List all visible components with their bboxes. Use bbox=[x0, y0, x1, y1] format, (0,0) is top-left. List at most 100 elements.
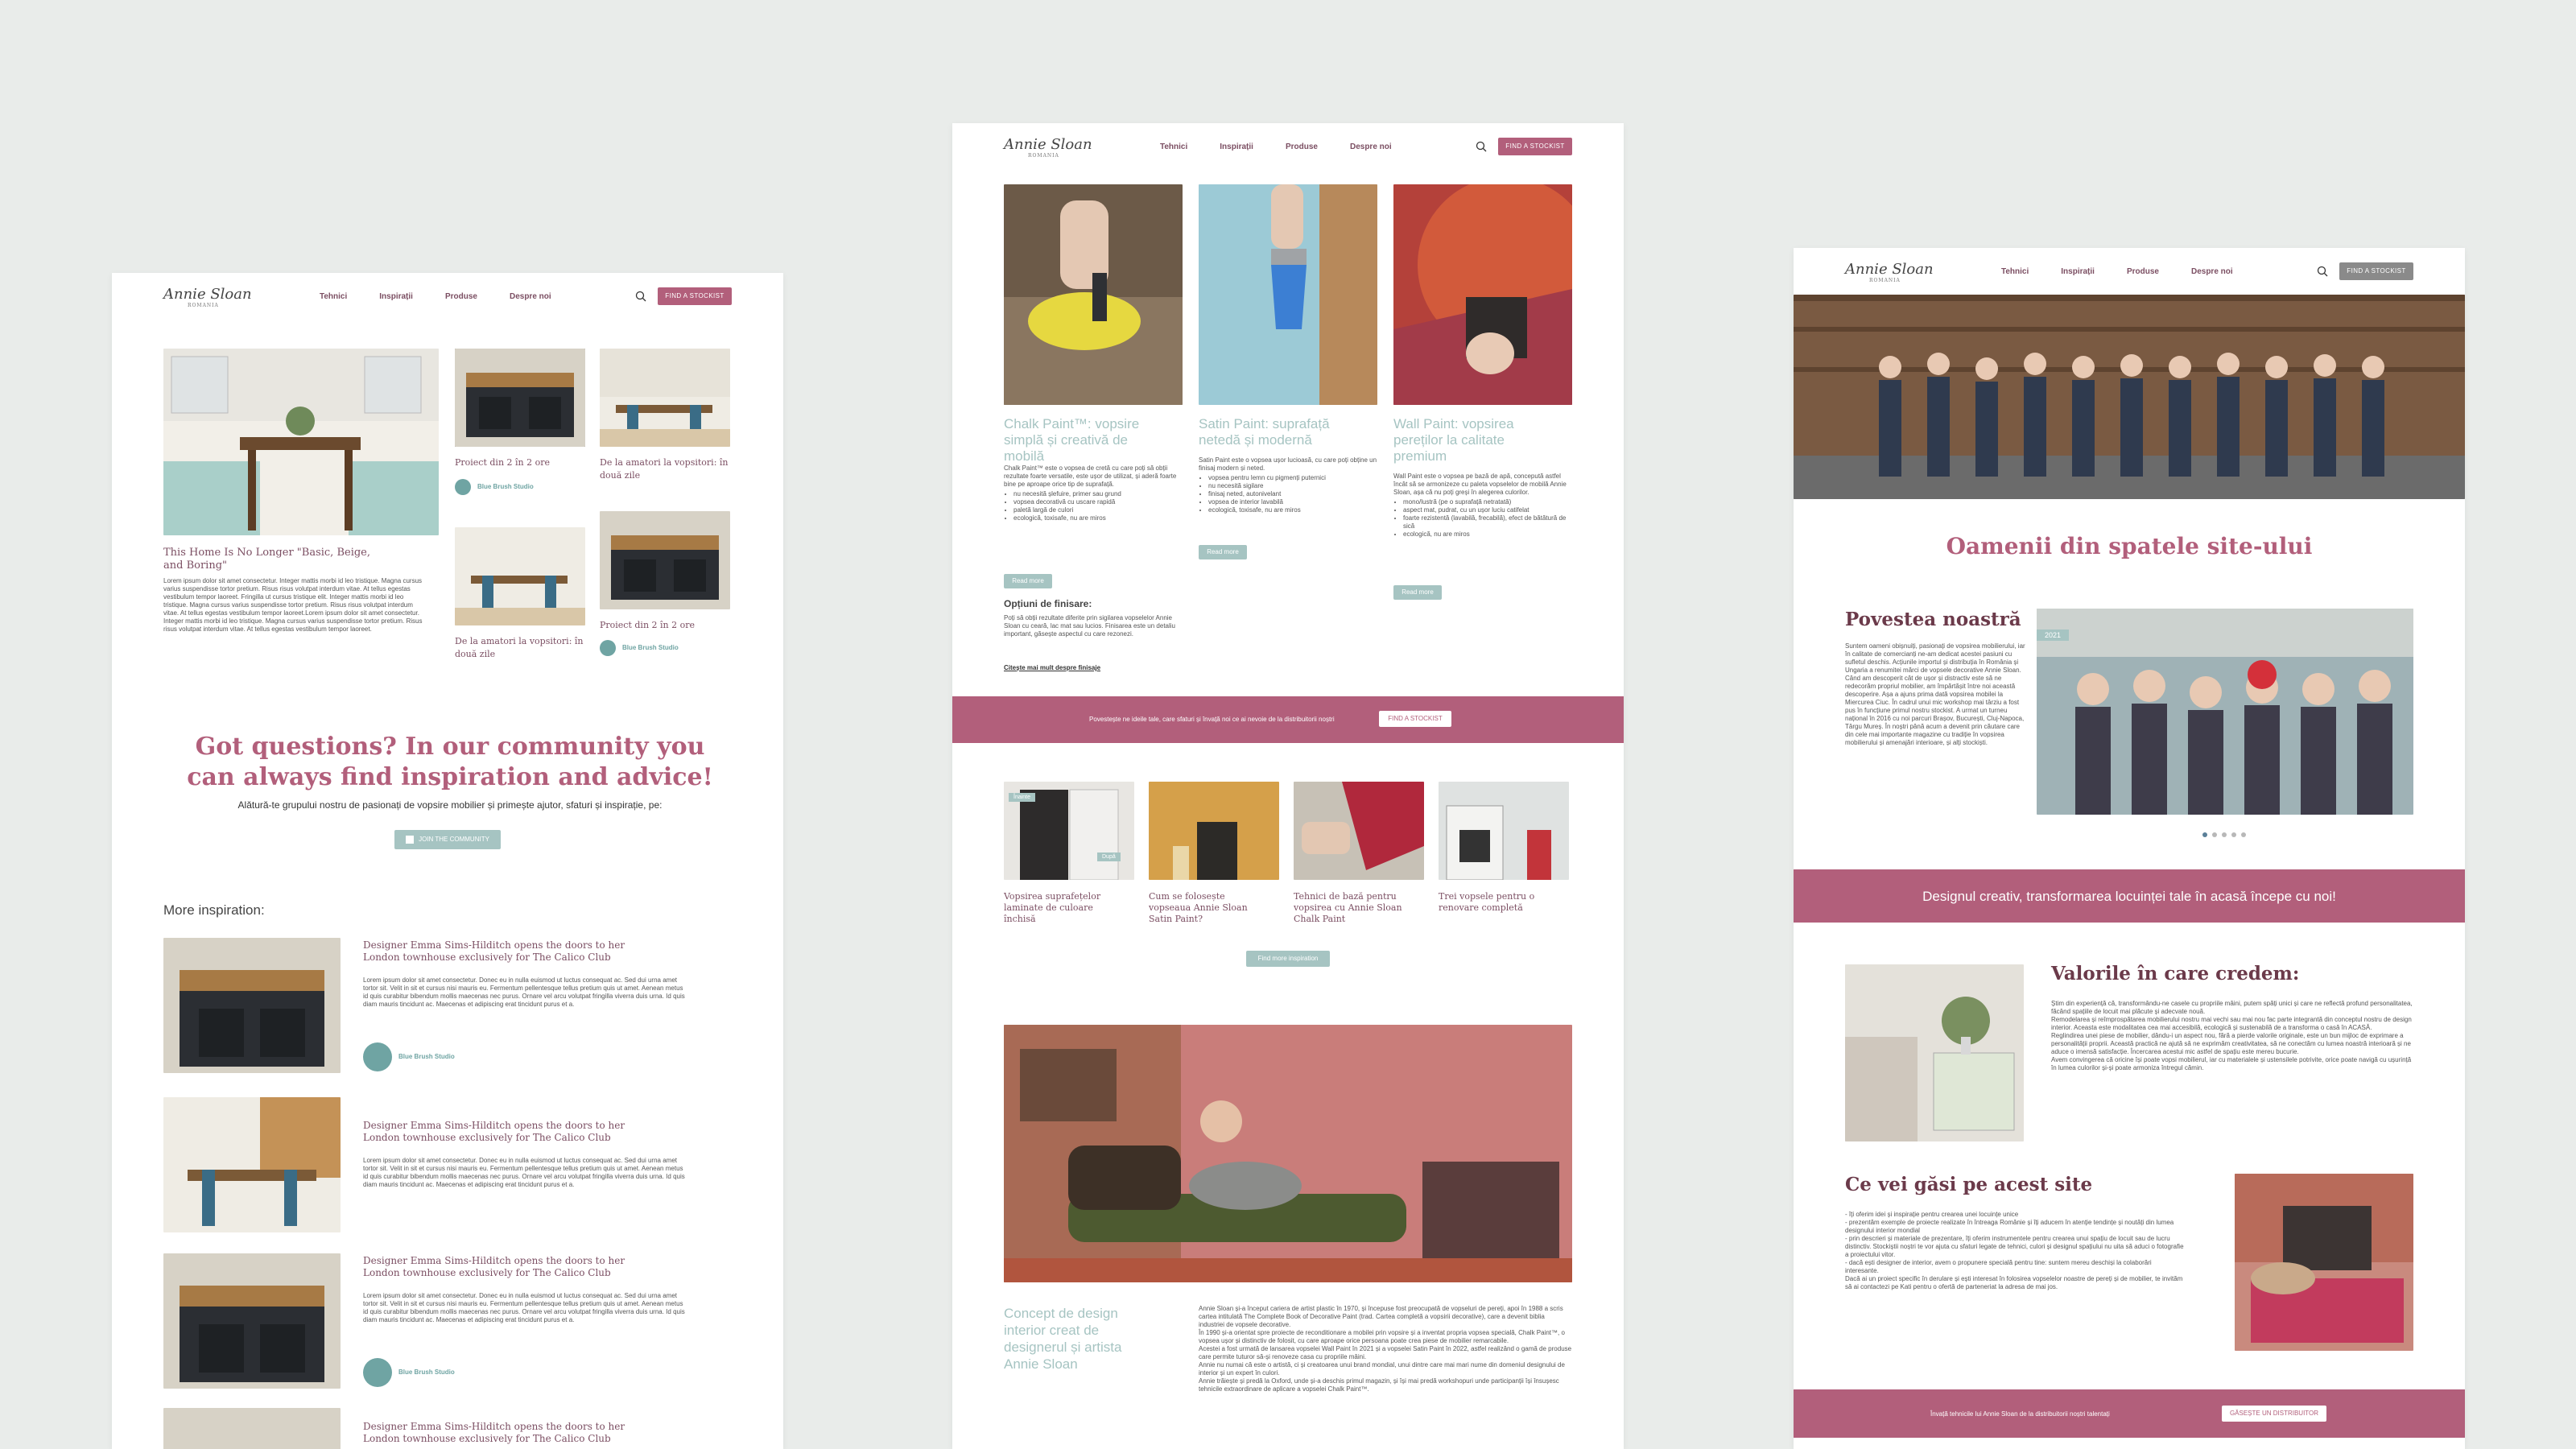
page-about: Annie Sloan ROMANIA Tehnici Inspirații Pr… bbox=[1794, 248, 2465, 1449]
nav-links: Tehnici Inspirații Produse Despre noi bbox=[1160, 142, 1392, 151]
year-tag: 2021 bbox=[2037, 630, 2070, 641]
list-title[interactable]: Designer Emma Sims-Hilditch opens the do… bbox=[363, 1421, 637, 1445]
inspo-image-4[interactable] bbox=[1439, 782, 1569, 880]
card-image-2[interactable] bbox=[600, 349, 730, 447]
navbar: Annie Sloan ROMANIA Tehnici Inspirații Pr… bbox=[952, 123, 1624, 171]
list-item[interactable]: Designer Emma Sims-Hilditch opens the do… bbox=[163, 1253, 727, 1390]
join-community-button[interactable]: JOIN THE COMMUNITY bbox=[394, 830, 501, 849]
nav-link-inspiratii[interactable]: Inspirații bbox=[1220, 142, 1253, 151]
feature-body: Lorem ipsum dolor sit amet consectetur. … bbox=[163, 577, 423, 633]
find-stockist-button[interactable]: FIND A STOCKIST bbox=[658, 287, 732, 305]
find-stockist-button[interactable]: FIND A STOCKIST bbox=[1498, 138, 1572, 155]
nav-link-inspiratii[interactable]: Inspirații bbox=[379, 292, 413, 301]
carousel-dot[interactable] bbox=[2241, 832, 2246, 837]
page-inspiration: Annie Sloan ROMANIA Tehnici Inspirații Pr… bbox=[112, 273, 783, 1449]
card-image-3[interactable] bbox=[455, 527, 585, 625]
list-title[interactable]: Designer Emma Sims-Hilditch opens the do… bbox=[363, 1120, 637, 1144]
after-tag: După bbox=[1097, 852, 1121, 861]
carousel-dot[interactable] bbox=[2222, 832, 2227, 837]
nav-link-despre[interactable]: Despre noi bbox=[1350, 142, 1392, 151]
values-title: Valorile în care credem: bbox=[2051, 963, 2300, 985]
band-stockist-button[interactable]: FIND A STOCKIST bbox=[1379, 711, 1451, 727]
search-icon[interactable] bbox=[1476, 141, 1487, 152]
card-title-4[interactable]: Proiect din 2 în 2 ore bbox=[600, 619, 730, 632]
brand-logo[interactable]: Annie Sloan ROMANIA bbox=[163, 286, 252, 308]
list-author[interactable]: Blue Brush Studio bbox=[363, 1358, 455, 1387]
read-more-chalk-button[interactable]: Read more bbox=[1004, 574, 1052, 588]
read-more-satin-button[interactable]: Read more bbox=[1199, 545, 1247, 559]
product-image-wall[interactable] bbox=[1393, 184, 1572, 405]
search-icon[interactable] bbox=[635, 291, 646, 302]
card-title-2[interactable]: De la amatori la vopsitori: în două zile bbox=[600, 456, 737, 482]
read-more-wall-button[interactable]: Read more bbox=[1393, 585, 1442, 600]
inspo-image-1[interactable]: Înainte După bbox=[1004, 782, 1134, 880]
navbar: Annie Sloan ROMANIA Tehnici Inspirații Pr… bbox=[112, 273, 783, 321]
find-stockist-button[interactable]: FIND A STOCKIST bbox=[2339, 262, 2413, 280]
list-image[interactable] bbox=[163, 1408, 341, 1449]
inspo-image-3[interactable] bbox=[1294, 782, 1424, 880]
inspo-title-4[interactable]: Trei vopsele pentru o renovare completă bbox=[1439, 891, 1559, 914]
product-title-satin[interactable]: Satin Paint: suprafață netedă și modernă bbox=[1199, 416, 1368, 448]
community-title: Got questions? In our community you can … bbox=[187, 733, 713, 791]
community-subtitle: Alătură-te grupului nostru de pasionați … bbox=[237, 799, 663, 811]
list-title[interactable]: Designer Emma Sims-Hilditch opens the do… bbox=[363, 939, 637, 964]
nav-link-tehnici[interactable]: Tehnici bbox=[1160, 142, 1187, 151]
about-title: Oamenii din spatele site-ului bbox=[1946, 533, 2313, 559]
carousel-dot[interactable] bbox=[2231, 832, 2236, 837]
card-author-1[interactable]: Blue Brush Studio bbox=[455, 479, 585, 495]
find-distributor-button[interactable]: GĂSEȘTE UN DISTRIBUITOR bbox=[2222, 1406, 2326, 1422]
list-image[interactable] bbox=[163, 1253, 341, 1389]
footer-band: Învață tehnicile lui Annie Sloan de la d… bbox=[1794, 1389, 2465, 1438]
list-image[interactable] bbox=[163, 938, 341, 1073]
inspo-title-2[interactable]: Cum se folosește vopseaua Annie Sloan Sa… bbox=[1149, 891, 1269, 925]
product-image-chalk[interactable] bbox=[1004, 184, 1183, 405]
card-title-1[interactable]: Proiect din 2 în 2 ore bbox=[455, 456, 585, 469]
feature-image-kitchen[interactable] bbox=[163, 349, 439, 535]
nav-link-tehnici[interactable]: Tehnici bbox=[320, 292, 347, 301]
nav-link-despre[interactable]: Despre noi bbox=[510, 292, 551, 301]
card-image-1[interactable] bbox=[455, 349, 585, 447]
carousel-dot[interactable] bbox=[2202, 832, 2207, 837]
concept-image[interactable] bbox=[1004, 1025, 1572, 1282]
inspo-title-3[interactable]: Tehnici de bază pentru vopsirea cu Annie… bbox=[1294, 891, 1414, 925]
card-author-4[interactable]: Blue Brush Studio bbox=[600, 640, 730, 656]
values-image bbox=[1845, 964, 2024, 1141]
list-item[interactable]: Designer Emma Sims-Hilditch opens the do… bbox=[163, 938, 727, 1075]
nav-link-inspiratii[interactable]: Inspirații bbox=[2061, 267, 2095, 276]
finish-link[interactable]: Citește mai mult despre finisaje bbox=[1004, 664, 1100, 671]
carousel-dots[interactable] bbox=[2202, 832, 2246, 837]
brand-logo[interactable]: Annie Sloan ROMANIA bbox=[1845, 261, 1934, 283]
stockist-band: Povestește ne ideile tale, care sfaturi … bbox=[952, 696, 1624, 743]
tagline-text: Designul creativ, transformarea locuințe… bbox=[1922, 889, 2336, 904]
list-title[interactable]: Designer Emma Sims-Hilditch opens the do… bbox=[363, 1255, 637, 1279]
product-title-wall[interactable]: Wall Paint: vopsirea pereților la calita… bbox=[1393, 416, 1554, 464]
team-hero-image bbox=[1794, 295, 2465, 499]
nav-link-despre[interactable]: Despre noi bbox=[2191, 267, 2233, 276]
nav-link-produse[interactable]: Produse bbox=[2127, 267, 2159, 276]
card-image-4[interactable] bbox=[600, 511, 730, 609]
inspo-image-2[interactable] bbox=[1149, 782, 1279, 880]
nav-link-tehnici[interactable]: Tehnici bbox=[2001, 267, 2029, 276]
search-icon[interactable] bbox=[2317, 266, 2328, 277]
values-body: Știm din experiență că, transformându-ne… bbox=[2051, 1000, 2413, 1071]
feature-title[interactable]: This Home Is No Longer "Basic, Beige, an… bbox=[163, 547, 381, 572]
inspo-title-1[interactable]: Vopsirea suprafețelor laminate de culoar… bbox=[1004, 891, 1125, 925]
nav-links: Tehnici Inspirații Produse Despre noi bbox=[2001, 267, 2233, 276]
find-more-inspiration-button[interactable]: Find more inspiration bbox=[1246, 951, 1330, 967]
find-body: - îți oferim idei și inspirație pentru c… bbox=[1845, 1211, 2184, 1290]
product-title-chalk[interactable]: Chalk Paint™: vopsire simplă și creativă… bbox=[1004, 416, 1165, 464]
nav-link-produse[interactable]: Produse bbox=[1286, 142, 1318, 151]
finish-options-body: Poți să obții rezultate diferite prin si… bbox=[1004, 614, 1176, 638]
brand-logo[interactable]: Annie Sloan ROMANIA bbox=[1004, 136, 1092, 159]
list-item[interactable]: Designer Emma Sims-Hilditch opens the do… bbox=[163, 1408, 727, 1449]
list-body: Lorem ipsum dolor sit amet consectetur. … bbox=[363, 1157, 685, 1188]
carousel-dot[interactable] bbox=[2212, 832, 2217, 837]
card-title-3[interactable]: De la amatori la vopsitori: în două zile bbox=[455, 635, 592, 661]
product-body-wall: Wall Paint este o vopsea pe bază de apă,… bbox=[1393, 473, 1572, 539]
list-author[interactable]: Blue Brush Studio bbox=[363, 1042, 455, 1071]
list-item[interactable]: Designer Emma Sims-Hilditch opens the do… bbox=[163, 1097, 727, 1234]
list-image[interactable] bbox=[163, 1097, 341, 1232]
product-image-satin[interactable] bbox=[1199, 184, 1377, 405]
more-inspiration-title: More inspiration: bbox=[163, 902, 265, 918]
nav-link-produse[interactable]: Produse bbox=[445, 292, 477, 301]
